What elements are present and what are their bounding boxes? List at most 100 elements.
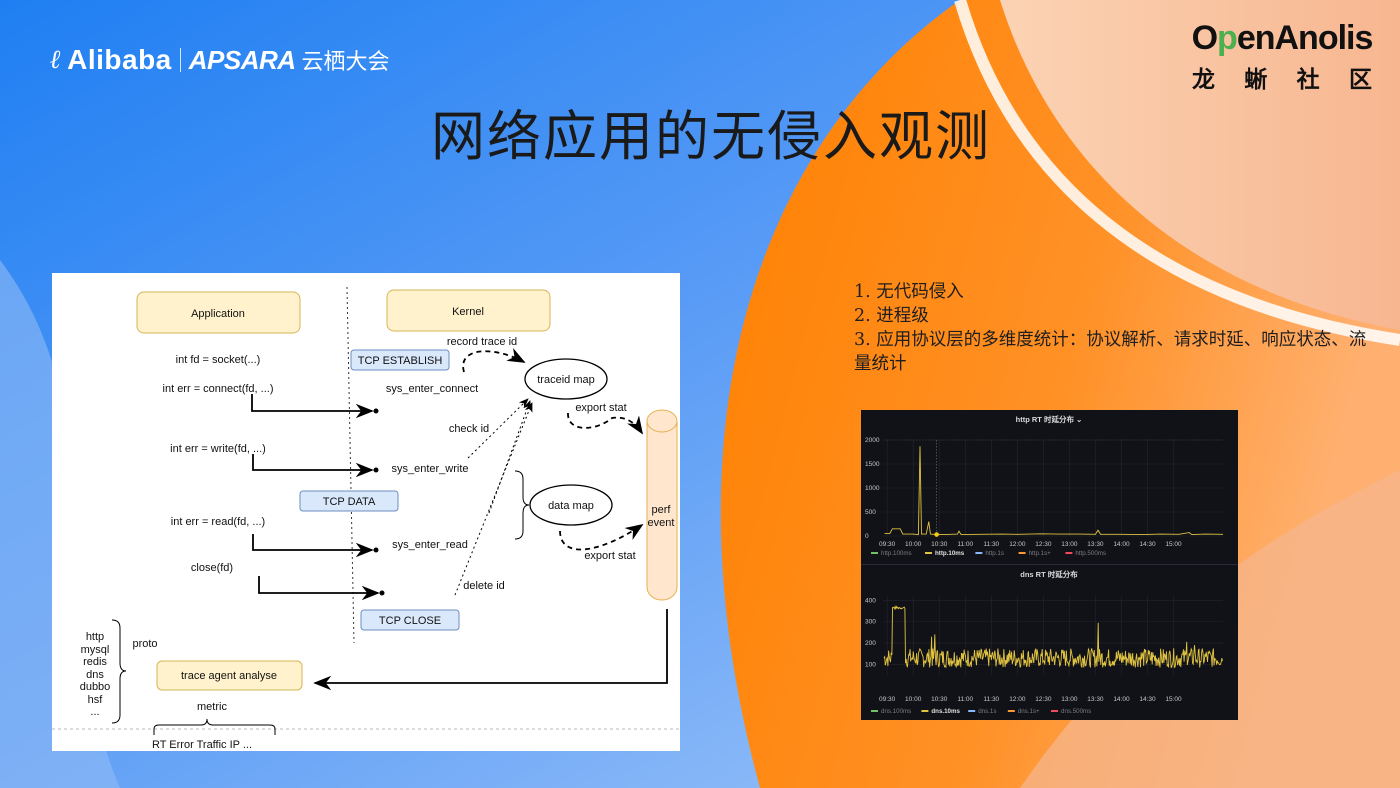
kernel-box: Kernel	[386, 289, 551, 332]
x-tick-label: 13:30	[1087, 541, 1104, 548]
alibaba-apsara-logo: ℓ Alibaba APSARA 云栖大会	[50, 44, 390, 76]
feature-list: 1. 无代码侵入 2. 进程级 3. 应用协议层的多维度统计：协议解析、请求时延…	[854, 280, 1374, 376]
logo-separator	[179, 48, 181, 72]
x-tick-label: 14:30	[1139, 541, 1156, 548]
write-arrow	[252, 454, 374, 478]
x-tick-label: 12:00	[1009, 696, 1026, 703]
x-tick-label: 15:00	[1165, 696, 1182, 703]
series-line-http-10ms	[884, 446, 1224, 536]
legend-swatch	[871, 710, 878, 712]
panel-divider	[861, 564, 1238, 565]
alibaba-wordmark: Alibaba	[67, 44, 172, 75]
legend-item-http-500ms: http.500ms	[1075, 550, 1106, 557]
legend-item-dns-10ms: dns.10ms	[931, 708, 960, 715]
read-arrow	[252, 534, 374, 558]
x-tick-label: 11:30	[983, 696, 999, 703]
legend-swatch	[1065, 552, 1073, 554]
chart-title: http RT 时延分布 ⌄	[1016, 414, 1083, 424]
series-line-dns-10ms	[883, 605, 1223, 669]
legend-swatch	[871, 552, 878, 554]
hover-cursor-point	[934, 532, 939, 537]
y-tick-label: 2000	[865, 437, 880, 444]
legend-swatch	[1051, 710, 1058, 712]
x-tick-label: 09:30	[879, 696, 896, 703]
svg-text:TCP ESTABLISH: TCP ESTABLISH	[358, 355, 443, 367]
metric-brace	[153, 718, 276, 735]
legend-item-http-10ms: http.10ms	[935, 550, 965, 557]
metric-label: metric	[197, 701, 227, 713]
feature-item-1: 1. 无代码侵入	[854, 282, 964, 302]
grafana-dashboard: http RT 时延分布 ⌄ 09:30 10:00 10:30 11:00 11:30 1…	[861, 410, 1238, 720]
app-call-write: int err = write(fd, ...)	[170, 443, 266, 455]
metrics-list: RT Error Traffic IP ...	[152, 739, 252, 751]
x-tick-label: 15:00	[1165, 541, 1182, 548]
x-tick-label: 12:30	[1035, 541, 1052, 548]
x-tick-label: 10:00	[905, 541, 922, 548]
connect-arrow	[251, 394, 374, 419]
openanolis-cn-name: 龙 蜥 社 区	[1192, 67, 1372, 93]
app-call-socket: int fd = socket(...)	[176, 354, 261, 366]
syscall-connect: sys_enter_connect	[386, 383, 478, 395]
label-record-trace-id: record trace id	[447, 336, 517, 348]
application-box: Application	[136, 291, 301, 334]
close-arrow	[258, 576, 380, 601]
syscall-read: sys_enter_read	[392, 539, 468, 551]
svg-text:TCP CLOSE: TCP CLOSE	[379, 615, 441, 627]
architecture-diagram: Application Kernel int fd = socket(...) …	[52, 273, 680, 751]
svg-text:traceid map: traceid map	[537, 374, 594, 386]
app-call-connect: int err = connect(fd, ...)	[163, 383, 274, 395]
y-tick-label: 1000	[865, 485, 880, 492]
traceid-map-node: traceid map	[524, 358, 608, 400]
feature-item-2: 2. 进程级	[854, 306, 929, 326]
y-tick-label: 500	[865, 509, 876, 516]
x-tick-label: 11:30	[983, 541, 999, 548]
perf-event-node: perf event	[646, 409, 678, 601]
x-tick-label: 14:00	[1113, 696, 1130, 703]
svg-text:data map: data map	[548, 500, 594, 512]
yunqi-conference-label: 云栖大会	[301, 50, 390, 75]
legend-swatch	[925, 552, 932, 554]
y-tick-label: 200	[865, 640, 876, 647]
leaf-p-icon: p	[1217, 19, 1238, 57]
export-stat-arrow-1	[567, 412, 643, 435]
legend-item-dns-1s: dns.1s	[978, 708, 996, 715]
x-tick-label: 14:30	[1139, 696, 1156, 703]
label-export-stat-1: export stat	[575, 402, 626, 414]
svg-text:mysql: mysql	[81, 644, 110, 656]
tcp-establish-badge: TCP ESTABLISH	[350, 349, 450, 371]
svg-text:dubbo: dubbo	[80, 681, 111, 693]
y-tick-label: 1500	[865, 461, 880, 468]
svg-text:dns: dns	[86, 669, 104, 681]
trace-agent-box: trace agent analyse	[156, 660, 303, 691]
label-delete-id: delete id	[463, 580, 505, 592]
legend-item-dns-1s-: dns.1s+	[1018, 708, 1040, 715]
svg-text:trace agent analyse: trace agent analyse	[181, 670, 277, 682]
y-tick-label: 400	[865, 597, 876, 604]
x-tick-label: 13:00	[1061, 541, 1078, 548]
page-title: 网络应用的无侵入观测	[431, 105, 991, 168]
app-call-read: int err = read(fd, ...)	[171, 516, 265, 528]
legend-item-dns-500ms: dns.500ms	[1061, 708, 1091, 715]
svg-text:perf: perf	[652, 504, 672, 516]
x-tick-label: 10:30	[931, 541, 948, 548]
openanolis-logo: OpenAnolis 龙 蜥 社 区	[1186, 18, 1378, 94]
y-tick-label: 300	[865, 619, 876, 626]
label-export-stat-2: export stat	[584, 550, 635, 562]
x-tick-label: 12:00	[1009, 541, 1026, 548]
chart-panel-2: dns RT 时延分布 09:30 10:00 10:30 11:00 11:30 12:0…	[865, 569, 1223, 715]
tcp-close-badge: TCP CLOSE	[360, 609, 460, 631]
x-tick-label: 14:00	[1113, 541, 1130, 548]
x-tick-label: 13:00	[1061, 696, 1078, 703]
svg-text:event: event	[648, 517, 675, 529]
y-tick-label: 100	[865, 661, 876, 668]
x-tick-label: 10:30	[931, 696, 948, 703]
legend-swatch	[968, 710, 976, 712]
feature-item-3: 3. 应用协议层的多维度统计：协议解析、请求时延、响应状态、流量统计	[854, 330, 1367, 374]
legend-item-dns-100ms: dns.100ms	[881, 708, 911, 715]
syscall-write: sys_enter_write	[391, 463, 468, 475]
proto-label: proto	[132, 638, 157, 650]
x-tick-label: 10:00	[905, 696, 922, 703]
legend-item-http-1s: http.1s	[985, 550, 1004, 557]
tcp-data-badge: TCP DATA	[299, 490, 399, 512]
legend-swatch	[975, 552, 983, 554]
